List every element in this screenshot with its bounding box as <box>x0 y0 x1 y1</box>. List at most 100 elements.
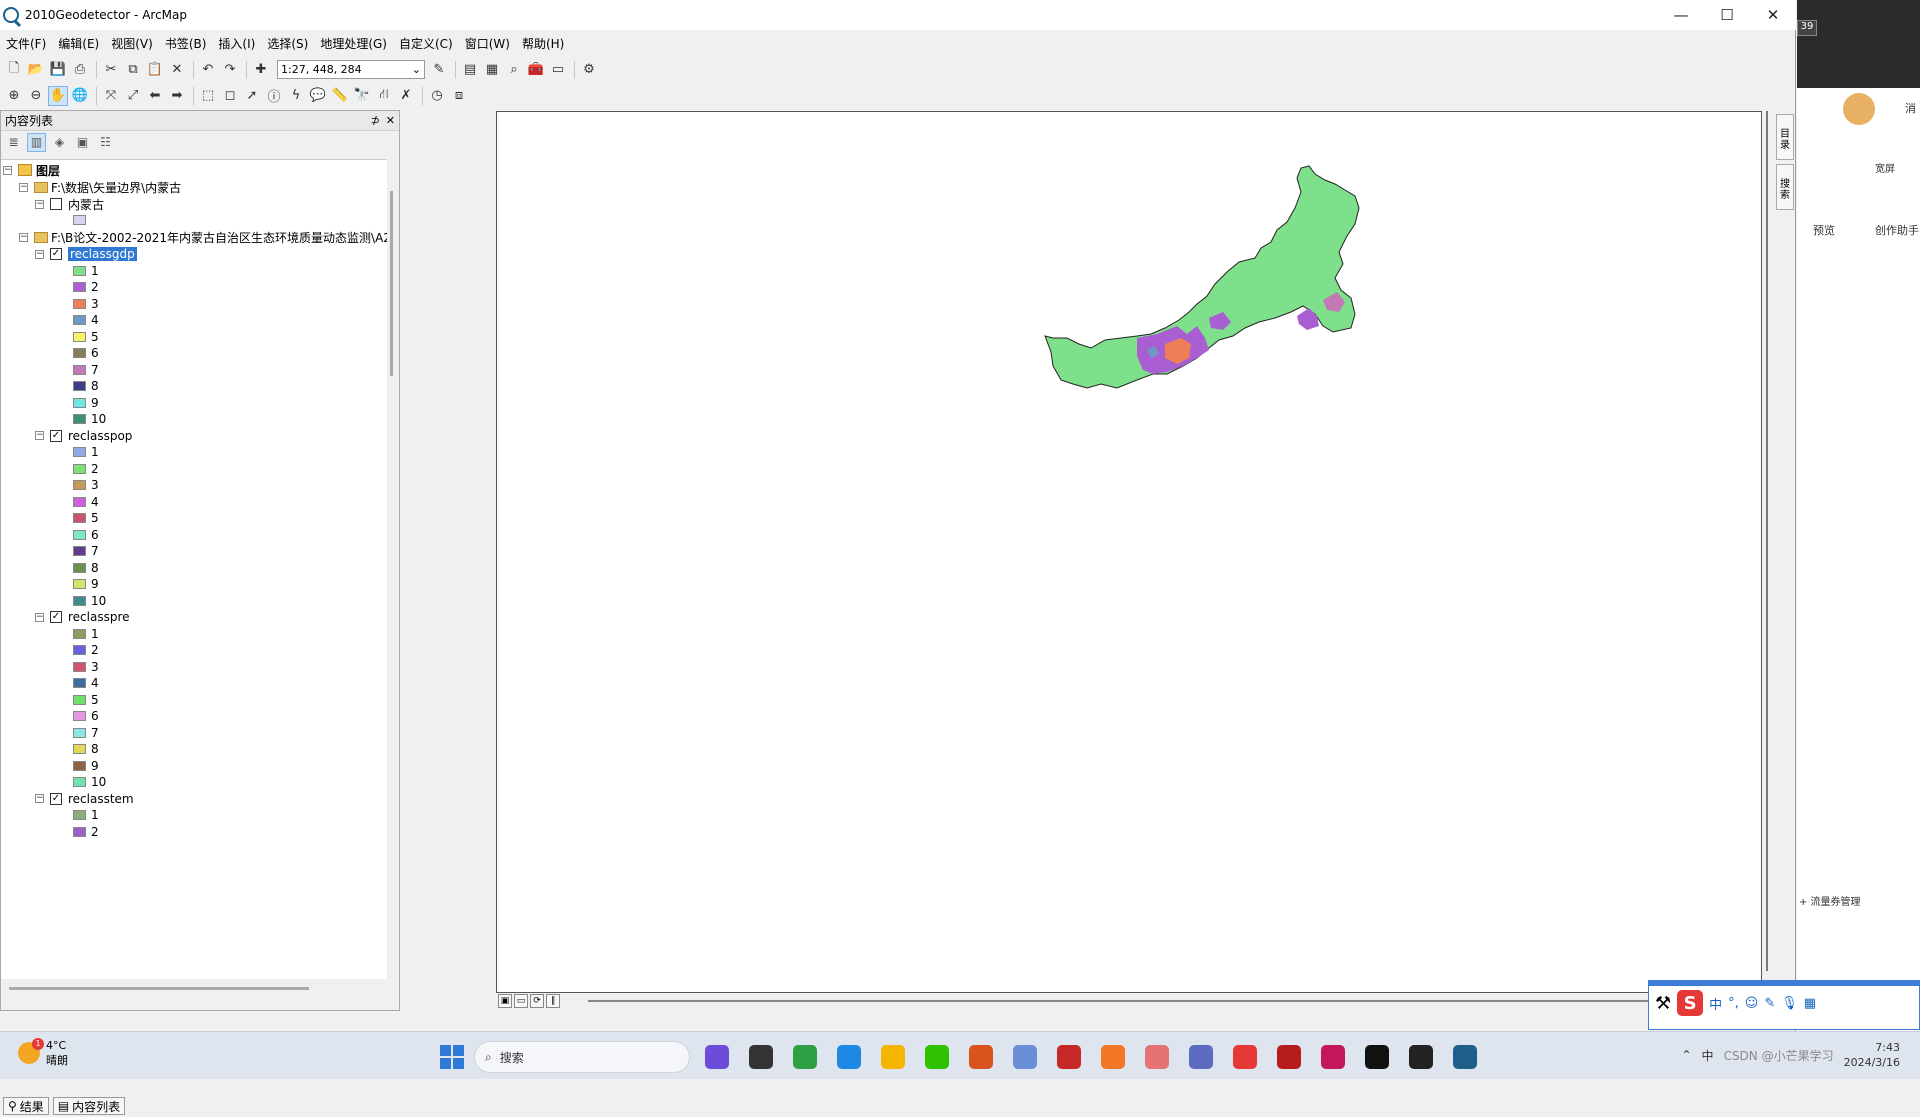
taskbar-app-r-icon[interactable] <box>1008 1040 1042 1074</box>
layer-visibility-checkbox[interactable] <box>50 198 62 210</box>
collapse-icon[interactable]: − <box>35 612 44 622</box>
pin-icon[interactable]: ⊅ <box>371 114 380 127</box>
sogou-logo-icon[interactable]: S <box>1677 990 1704 1016</box>
close-button[interactable]: ✕ <box>1750 0 1796 30</box>
undo-icon[interactable]: ↶ <box>198 60 218 80</box>
taskbar-app-wechat-icon[interactable] <box>920 1040 954 1074</box>
ime-mode-toggle[interactable]: 中 <box>1709 994 1722 1013</box>
measure-icon[interactable]: 📏 <box>330 86 350 106</box>
list-by-selection-icon[interactable]: ▣ <box>73 133 92 152</box>
title-bar[interactable]: 2010Geodetector - ArcMap — ☐ ✕ <box>0 0 1796 30</box>
redo-icon[interactable]: ↷ <box>220 60 240 80</box>
data-view-button[interactable]: ▣ <box>498 994 512 1008</box>
taskbar-app-terminal-icon[interactable] <box>744 1040 778 1074</box>
collapse-icon[interactable]: − <box>3 165 12 175</box>
start-button[interactable] <box>440 1045 464 1069</box>
toc-close-icon[interactable]: ✕ <box>386 114 395 127</box>
emoji-icon[interactable]: ☺ <box>1745 996 1759 1011</box>
html-popup-icon[interactable]: 💬 <box>308 86 328 106</box>
toolbox-icon[interactable]: ▦ <box>1804 996 1816 1011</box>
clock[interactable]: 7:43 2024/3/16 <box>1844 1040 1900 1070</box>
taskbar-app-app-pink-icon[interactable] <box>1140 1040 1174 1074</box>
python-window-icon[interactable]: ▭ <box>548 60 568 80</box>
zoom-out-icon[interactable]: ⊖ <box>26 86 46 106</box>
avatar[interactable] <box>1843 93 1875 125</box>
taskbar-app-feishu-icon[interactable] <box>832 1040 866 1074</box>
layer-visibility-checkbox[interactable]: ✓ <box>50 611 62 623</box>
menu-selection[interactable]: 选择(S) <box>261 33 314 55</box>
list-by-source-icon[interactable]: ▥ <box>27 132 46 152</box>
taskbar-app-matlab-icon[interactable] <box>964 1040 998 1074</box>
menu-geoprocessing[interactable]: 地理处理(G) <box>314 33 393 55</box>
taskbar-app-explorer-icon[interactable] <box>876 1040 910 1074</box>
clear-selection-icon[interactable]: ◻ <box>220 86 240 106</box>
select-elements-icon[interactable]: ➚ <box>242 86 262 106</box>
dock-catalog[interactable]: 目录 <box>1776 114 1794 160</box>
chevron-up-icon[interactable]: ⌃ <box>1681 1048 1691 1062</box>
toc-vertical-scrollbar[interactable] <box>387 159 399 979</box>
new-document-icon[interactable]: 🗋 <box>4 60 24 80</box>
pan-icon[interactable]: ✋ <box>48 85 68 106</box>
catalog-icon[interactable]: ▦ <box>482 60 502 80</box>
ime-tray-icon[interactable]: 中 <box>1702 1047 1714 1064</box>
collapse-icon[interactable]: − <box>35 249 44 259</box>
arctoolbox-icon[interactable]: 🧰 <box>526 60 546 80</box>
taskbar-app-qq-icon[interactable] <box>1404 1040 1438 1074</box>
pen-icon[interactable]: ✎ <box>1764 996 1775 1011</box>
taskbar-app-copilot-icon[interactable] <box>700 1040 734 1074</box>
dock-search[interactable]: 搜索 <box>1776 164 1794 210</box>
map-scale-combobox[interactable]: 1:27, 448, 284 ⌄ <box>277 60 425 79</box>
print-icon[interactable]: ⎙ <box>70 60 90 80</box>
copy-icon[interactable]: ⧉ <box>123 60 143 80</box>
map-horizontal-scrollbar[interactable] <box>588 1000 1758 1002</box>
tab-results[interactable]: ⚲ 结果 <box>3 1097 49 1115</box>
refresh-icon[interactable]: ⟳ <box>530 994 544 1008</box>
collapse-icon[interactable]: − <box>19 182 28 192</box>
add-data-icon[interactable]: ✚ <box>251 60 271 80</box>
collapse-icon[interactable]: − <box>35 199 44 209</box>
punctuation-toggle[interactable]: °, <box>1728 996 1739 1011</box>
full-extent-icon[interactable]: 🌐 <box>70 86 90 106</box>
taskbar-app-app-blue-icon[interactable] <box>1184 1040 1218 1074</box>
hyperlink-icon[interactable]: ϟ <box>286 86 306 106</box>
table-of-contents-icon[interactable]: ▤ <box>460 60 480 80</box>
weather-widget[interactable]: 1 4°C 晴朗 <box>18 1038 68 1068</box>
editor-toolbar-icon[interactable]: ✎ <box>429 60 449 80</box>
menu-file[interactable]: 文件(F) <box>0 33 52 55</box>
taskbar-search[interactable]: ⌕ 搜索 <box>474 1041 690 1073</box>
list-by-visibility-icon[interactable]: ◈ <box>50 133 69 152</box>
find-route-icon[interactable]: ⛙ <box>374 86 394 106</box>
taskbar-app-jupyter-icon[interactable] <box>1096 1040 1130 1074</box>
search-window-icon[interactable]: ⌕ <box>504 60 524 80</box>
menu-insert[interactable]: 插入(I) <box>212 33 261 55</box>
paste-icon[interactable]: 📋 <box>145 60 165 80</box>
collapse-icon[interactable]: − <box>35 431 44 440</box>
taskbar-app-arcmap-icon[interactable] <box>1448 1040 1482 1074</box>
maximize-button[interactable]: ☐ <box>1704 0 1750 30</box>
find-icon[interactable]: 🔭 <box>352 86 372 106</box>
pause-drawing-icon[interactable]: ∥ <box>546 994 560 1008</box>
map-vertical-scrollbar[interactable] <box>1762 111 1772 981</box>
goto-xy-icon[interactable]: ✗ <box>396 86 416 106</box>
fixed-zoom-in-icon[interactable]: ⤧ <box>101 86 121 106</box>
taskbar-app-netease-icon[interactable] <box>1228 1040 1262 1074</box>
list-by-drawing-order-icon[interactable]: ≣ <box>4 133 23 152</box>
layout-view-button[interactable]: ▭ <box>514 994 528 1008</box>
zoom-in-icon[interactable]: ⊕ <box>4 86 24 106</box>
open-folder-icon[interactable]: 📂 <box>26 60 46 80</box>
menu-edit[interactable]: 编辑(E) <box>52 33 105 55</box>
layer-visibility-checkbox[interactable]: ✓ <box>50 248 62 260</box>
fixed-zoom-out-icon[interactable]: ⤢ <box>123 86 143 106</box>
toc-horizontal-scrollbar[interactable] <box>9 987 309 990</box>
tab-table-of-contents[interactable]: ▤ 内容列表 <box>52 1097 126 1115</box>
taskbar-app-winrar-icon[interactable] <box>1272 1040 1306 1074</box>
delete-icon[interactable]: ✕ <box>167 60 187 80</box>
layer-visibility-checkbox[interactable]: ✓ <box>50 792 62 805</box>
forward-extent-icon[interactable]: ➡ <box>167 86 187 106</box>
minimize-button[interactable]: — <box>1658 0 1704 30</box>
map-canvas[interactable] <box>497 112 1763 994</box>
taskbar-app-ms-icon[interactable] <box>1052 1040 1086 1074</box>
bg-label[interactable]: 预览 <box>1813 222 1835 238</box>
taskbar-app-app-red-icon[interactable] <box>1316 1040 1350 1074</box>
select-features-icon[interactable]: ⬚ <box>198 86 218 106</box>
